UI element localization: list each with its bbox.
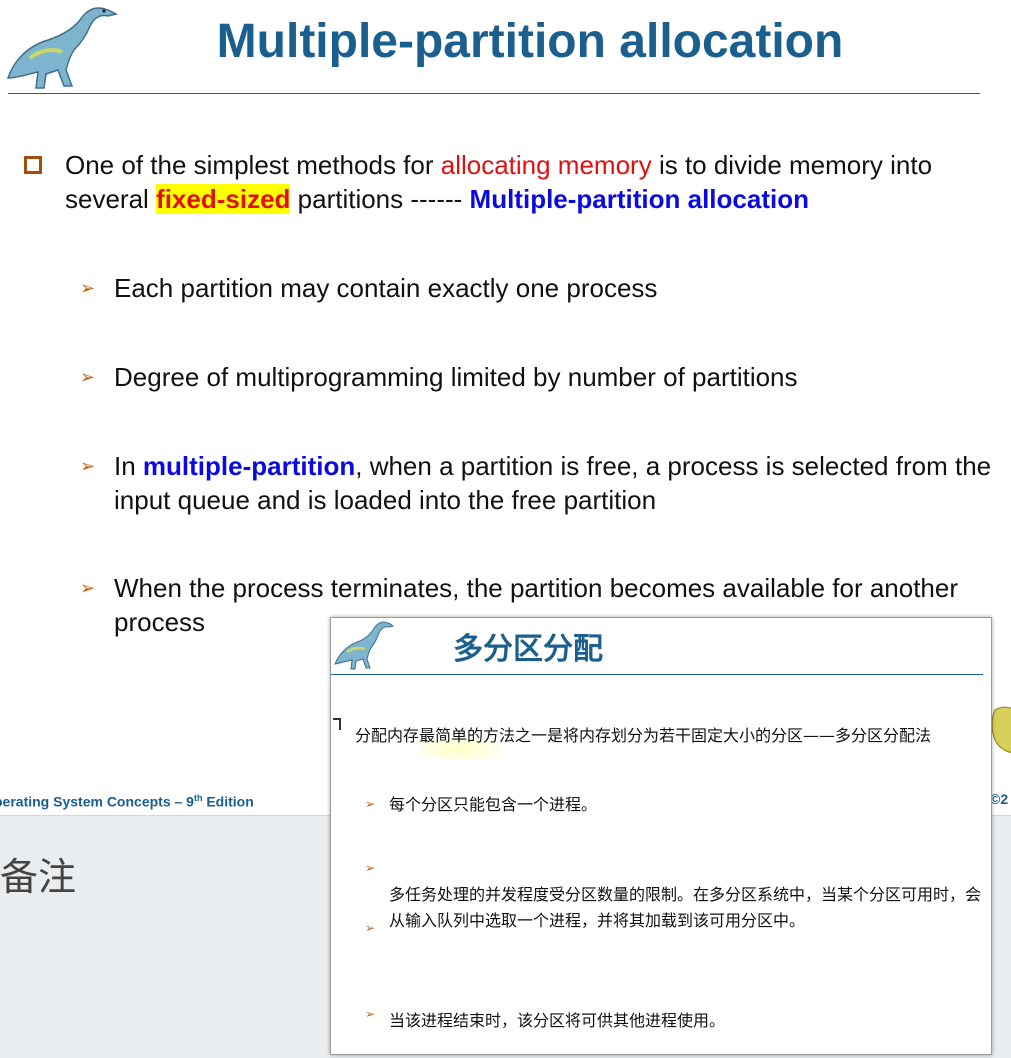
title-divider xyxy=(8,93,980,94)
sub-bullet-3-text: In multiple-partition, when a partition … xyxy=(114,449,1010,517)
multiple-partition-highlight: multiple-partition xyxy=(142,451,356,481)
sub-bullet-2-text: Degree of multiprogramming limited by nu… xyxy=(114,362,798,392)
footer-copyright: ©2 xyxy=(990,791,1009,807)
footer-edition: perating System Concepts – 9th Edition xyxy=(0,793,254,810)
popup-item-1: 每个分区只能包含一个进程。 xyxy=(389,795,598,814)
popup-main-text: 分配内存最简单的方法之一是将内存划分为若干固定大小的分区——多分区分配法 xyxy=(355,726,932,745)
allocating-memory-highlight: allocating memory xyxy=(440,150,652,180)
arrow-bullet-icon: ➢ xyxy=(80,456,96,476)
page-title: Multiple-partition allocation xyxy=(216,15,844,68)
notes-label: 备注 xyxy=(0,855,77,899)
arrow-bullet-icon: ➢ xyxy=(365,797,376,811)
sub-bullet-1: ➢ Each partition may contain exactly one… xyxy=(80,271,1010,305)
footer-edition-prefix: perating System Concepts – 9 xyxy=(0,793,194,810)
sub-bullet-1-text: Each partition may contain exactly one p… xyxy=(114,273,658,303)
multiple-partition-allocation-highlight: Multiple-partition allocation xyxy=(469,184,809,214)
square-bullet-icon xyxy=(24,156,42,174)
popup-item-2: 多任务处理的并发程度受分区数量的限制。在多分区系统中，当某个分区可用时，会从输入… xyxy=(389,885,982,930)
popup-title-divider xyxy=(331,674,983,675)
bullet-mark-icon xyxy=(333,718,341,730)
main-text-part1: One of the simplest methods for xyxy=(65,150,441,180)
arrow-bullet-icon: ➢ xyxy=(80,367,96,387)
main-text-part3: partitions ------ xyxy=(290,184,470,214)
arrow-bullet-icon: ➢ xyxy=(365,861,376,875)
main-bullet: One of the simplest methods for allocati… xyxy=(24,148,999,216)
sub-bullet-3-prefix: In xyxy=(114,451,143,481)
main-bullet-text: One of the simplest methods for allocati… xyxy=(65,148,999,216)
sub-bullet-3: ➢ In multiple-partition, when a partitio… xyxy=(80,449,1010,517)
popup-item-3: 当该进程结束时，该分区将可供其他进程使用。 xyxy=(389,1011,726,1030)
dinosaur-icon xyxy=(334,621,394,670)
footer-edition-suffix: Edition xyxy=(202,793,254,810)
arrow-bullet-icon: ➢ xyxy=(80,278,96,298)
sub-bullet-2: ➢ Degree of multiprogramming limited by … xyxy=(80,360,1010,394)
arrow-bullet-icon: ➢ xyxy=(365,1007,376,1021)
arrow-bullet-icon: ➢ xyxy=(80,578,96,598)
popup-title: 多分区分配 xyxy=(453,632,603,667)
dinosaur-icon xyxy=(6,7,119,89)
fixed-sized-highlight: fixed-sized xyxy=(156,184,291,214)
arrow-bullet-icon: ➢ xyxy=(365,921,376,935)
translation-popup[interactable]: 多分区分配 分配内存最简单的方法之一是将内存划分为若干固定大小的分区——多分区分… xyxy=(330,617,992,1055)
